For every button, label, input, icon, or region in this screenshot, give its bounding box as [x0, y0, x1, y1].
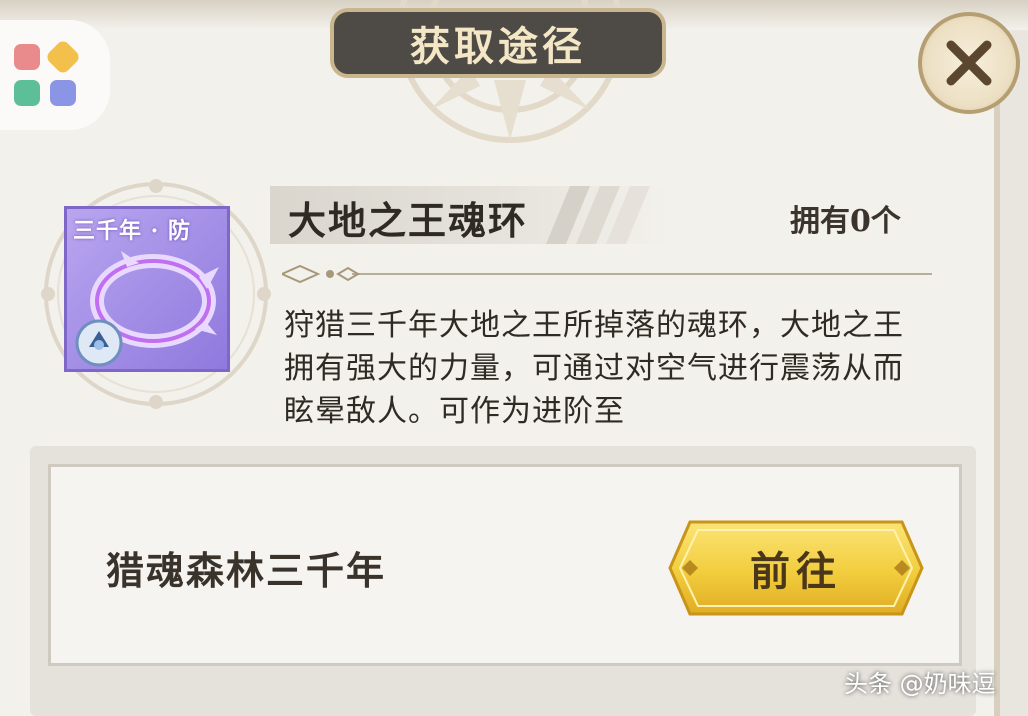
go-button-label[interactable]: 前往: [668, 520, 924, 616]
app-grid-icon[interactable]: [0, 20, 110, 130]
grid-square-blue: [50, 80, 76, 106]
owned-count: 拥有0个: [790, 204, 901, 239]
item-name: 大地之王魂环: [288, 198, 529, 243]
soul-ring-icon: [75, 251, 219, 367]
watermark: 头条 @奶味逗: [844, 670, 996, 698]
item-description: 狩猎三千年大地之王所掉落的魂环，大地之王拥有强大的力量，可通过对空气进行震荡从而…: [284, 308, 904, 429]
grid-square-yellow: [44, 38, 82, 76]
close-x-icon: [946, 40, 992, 86]
item-card[interactable]: 三千年 · 防: [64, 206, 230, 372]
grid-square-green: [14, 80, 40, 106]
close-button[interactable]: [918, 12, 1020, 114]
ornament-divider: [282, 264, 932, 284]
dialog-title: 获取途径: [330, 8, 666, 78]
grid-square-red: [14, 44, 40, 70]
source-name: 猎魂森林三千年: [106, 548, 387, 593]
